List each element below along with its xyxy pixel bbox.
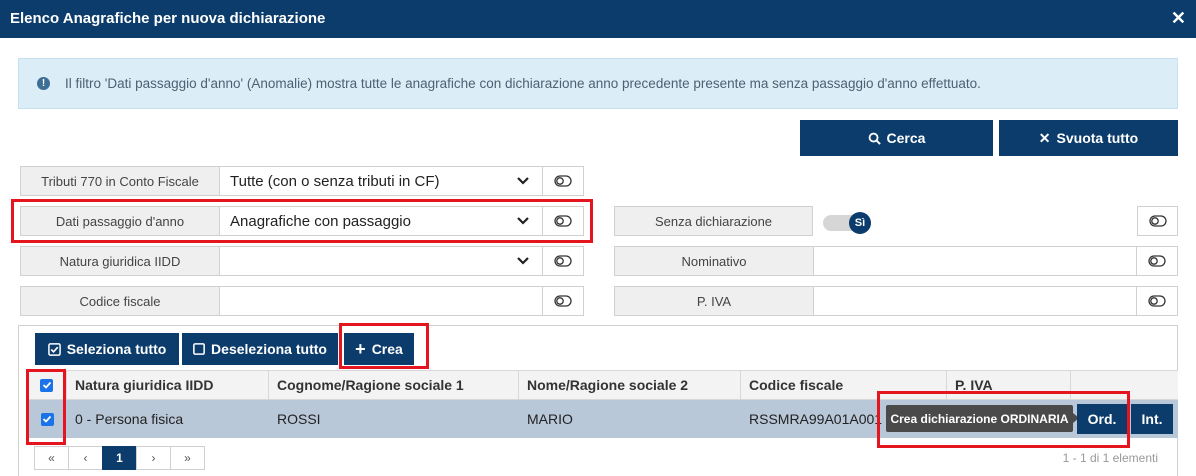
toggle-icon [1148, 295, 1166, 307]
plus-icon: + [355, 339, 366, 359]
table-header: Natura giuridica IIDD Cognome/Ragione so… [27, 370, 1178, 400]
square-icon [193, 343, 205, 355]
header-natura[interactable]: Natura giuridica IIDD [67, 371, 269, 399]
deselect-all-label: Deseleziona tutto [211, 341, 327, 357]
search-button[interactable]: Cerca [800, 120, 993, 156]
header-checkbox[interactable] [40, 378, 53, 392]
pager-first-button[interactable]: « [34, 446, 69, 470]
search-label: Cerca [886, 130, 926, 146]
close-icon[interactable]: ✕ [1171, 8, 1186, 29]
chevron-down-icon[interactable] [515, 253, 531, 269]
info-text: Il filtro 'Dati passaggio d'anno' (Anoma… [65, 76, 981, 91]
toggle-icon [554, 255, 572, 267]
filter-nominativo-toggle[interactable] [1136, 247, 1177, 275]
filter-senza-toggle[interactable] [1137, 206, 1178, 236]
toggle-icon [554, 175, 572, 187]
check-square-icon [47, 342, 61, 356]
header-nome[interactable]: Nome/Ragione sociale 2 [519, 371, 741, 399]
toggle-icon [554, 215, 572, 227]
header-actions [1071, 371, 1178, 399]
filter-passaggio[interactable]: Dati passaggio d'anno Anagrafiche con pa… [20, 206, 584, 236]
filter-nominativo-label: Nominativo [615, 247, 814, 275]
filter-senza-dichiarazione: Senza dichiarazione [614, 206, 1178, 236]
clear-all-button[interactable]: ✕ Svuota tutto [999, 120, 1178, 156]
filter-natura-value [220, 247, 230, 275]
filter-tributi-label: Tributi 770 in Conto Fiscale [21, 167, 220, 195]
pager-info: 1 - 1 di 1 elementi [1062, 451, 1158, 465]
clear-label: Svuota tutto [1056, 130, 1139, 146]
chevron-down-icon[interactable] [515, 213, 531, 229]
pager-prev-button[interactable]: ‹ [68, 446, 103, 470]
filter-nominativo-value [814, 247, 824, 275]
chevron-down-icon[interactable] [515, 173, 531, 189]
filter-passaggio-label: Dati passaggio d'anno [21, 207, 220, 235]
create-ordinaria-button[interactable]: Ord. [1077, 404, 1127, 434]
filter-tributi-toggle[interactable] [542, 167, 583, 195]
filter-nominativo[interactable]: Nominativo [614, 246, 1178, 276]
filter-passaggio-value: Anagrafiche con passaggio [230, 212, 411, 230]
select-all-button[interactable]: Seleziona tutto [35, 333, 179, 365]
row-checkbox-cell [27, 400, 67, 438]
toggle-icon [554, 295, 572, 307]
filter-codice-toggle[interactable] [542, 287, 583, 315]
header-piva[interactable]: P. IVA [947, 371, 1071, 399]
pagination: « ‹ 1 › » [34, 446, 205, 470]
info-icon: ! [37, 77, 50, 90]
filter-passaggio-toggle[interactable] [542, 207, 583, 235]
cell-nome: MARIO [527, 411, 573, 427]
filter-codice-fiscale[interactable]: Codice fiscale [20, 286, 584, 316]
toggle-icon [1148, 215, 1167, 227]
filter-codice-value [220, 287, 230, 315]
filter-piva-label: P. IVA [615, 287, 814, 315]
dialog-title: Elenco Anagrafiche per nuova dichiarazio… [10, 10, 326, 27]
create-button[interactable]: + Crea [344, 333, 414, 365]
check-icon [42, 415, 52, 423]
filter-piva-toggle[interactable] [1136, 287, 1177, 315]
filter-codice-label: Codice fiscale [21, 287, 220, 315]
filter-senza-label: Senza dichiarazione [614, 206, 813, 236]
filter-tributi[interactable]: Tributi 770 in Conto Fiscale Tutte (con … [20, 166, 584, 196]
clear-icon: ✕ [1038, 129, 1051, 146]
pager-next-button[interactable]: › [136, 446, 171, 470]
filter-piva-value [814, 287, 824, 315]
filter-natura-toggle[interactable] [542, 247, 583, 275]
senza-dichiarazione-switch[interactable]: Sì [823, 212, 871, 234]
info-banner: ! Il filtro 'Dati passaggio d'anno' (Ano… [18, 58, 1178, 109]
filter-natura[interactable]: Natura giuridica IIDD [20, 246, 584, 276]
filter-piva[interactable]: P. IVA [614, 286, 1178, 316]
create-integrativa-button[interactable]: Int. [1131, 404, 1173, 434]
header-cognome[interactable]: Cognome/Ragione sociale 1 [269, 371, 519, 399]
search-icon [868, 132, 881, 145]
filter-natura-label: Natura giuridica IIDD [21, 247, 220, 275]
create-ordinaria-tooltip: Crea dichiarazione ORDINARIA [886, 405, 1079, 432]
row-checkbox[interactable] [40, 412, 54, 426]
header-checkbox-cell [27, 371, 67, 399]
create-label: Crea [371, 341, 403, 357]
check-icon [42, 381, 51, 389]
cell-cognome: ROSSI [277, 411, 321, 427]
toggle-icon [1148, 255, 1166, 267]
select-all-label: Seleziona tutto [66, 341, 167, 357]
cell-natura: 0 - Persona fisica [75, 411, 184, 427]
deselect-all-button[interactable]: Deseleziona tutto [182, 333, 338, 365]
filter-tributi-value: Tutte (con o senza tributi in CF) [230, 172, 440, 190]
switch-knob: Sì [849, 212, 871, 234]
header-codice-fiscale[interactable]: Codice fiscale [741, 371, 947, 399]
pager-last-button[interactable]: » [170, 446, 205, 470]
dialog-titlebar: Elenco Anagrafiche per nuova dichiarazio… [0, 0, 1196, 38]
cell-codice-fiscale: RSSMRA99A01A001 [749, 411, 883, 427]
pager-page-button[interactable]: 1 [102, 446, 137, 470]
